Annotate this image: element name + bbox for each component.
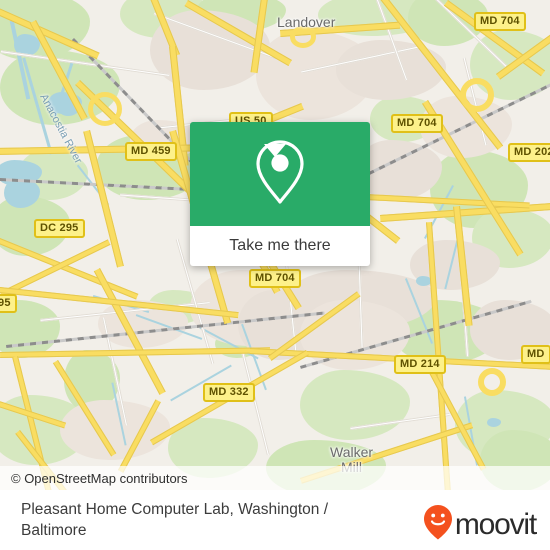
map-roundabout [478, 368, 506, 396]
road-shield-95[interactable]: 95 [0, 294, 17, 313]
road-shield-md-704[interactable]: MD 704 [249, 269, 301, 288]
road-shield-md-214[interactable]: MD 214 [394, 355, 446, 374]
location-title: Pleasant Home Computer Lab, Washington /… [21, 501, 329, 539]
callout-pin-panel [190, 122, 370, 226]
callout-action-bar[interactable]: Take me there [190, 226, 370, 266]
map-attribution-bar: © OpenStreetMap contributors [0, 466, 550, 490]
road-shield-md-704[interactable]: MD 704 [391, 114, 443, 133]
map-place-label-landover: Landover [277, 14, 336, 30]
map-landuse-urban [336, 40, 446, 100]
road-shield-md-202[interactable]: MD 202 [508, 143, 550, 162]
map-roundabout [88, 92, 122, 126]
footer-bar: Pleasant Home Computer Lab, Washington /… [0, 490, 550, 550]
road-shield-md-704[interactable]: MD 704 [474, 12, 526, 31]
take-me-there-label: Take me there [229, 237, 331, 254]
moovit-logo[interactable]: moovit [423, 504, 537, 545]
road-shield-md-332[interactable]: MD 332 [203, 383, 255, 402]
road-shield-dc-295[interactable]: DC 295 [34, 219, 85, 238]
osm-attribution-text[interactable]: © OpenStreetMap contributors [0, 471, 188, 486]
map-roundabout [460, 78, 494, 112]
moovit-wordmark: moovit [454, 507, 537, 541]
moovit-pin-smiley-icon [423, 504, 453, 545]
map-place-label-line: Walker [330, 444, 374, 460]
road-shield-md[interactable]: MD [521, 345, 550, 364]
road-shield-md-459[interactable]: MD 459 [125, 142, 177, 161]
callout-tail-pointer [264, 144, 286, 157]
moovit-map-screenshot: Landover Walker Mill Anacostia River MD … [0, 0, 550, 550]
map-landuse-green [300, 370, 410, 440]
map-canvas[interactable]: Landover Walker Mill Anacostia River MD … [0, 0, 550, 490]
